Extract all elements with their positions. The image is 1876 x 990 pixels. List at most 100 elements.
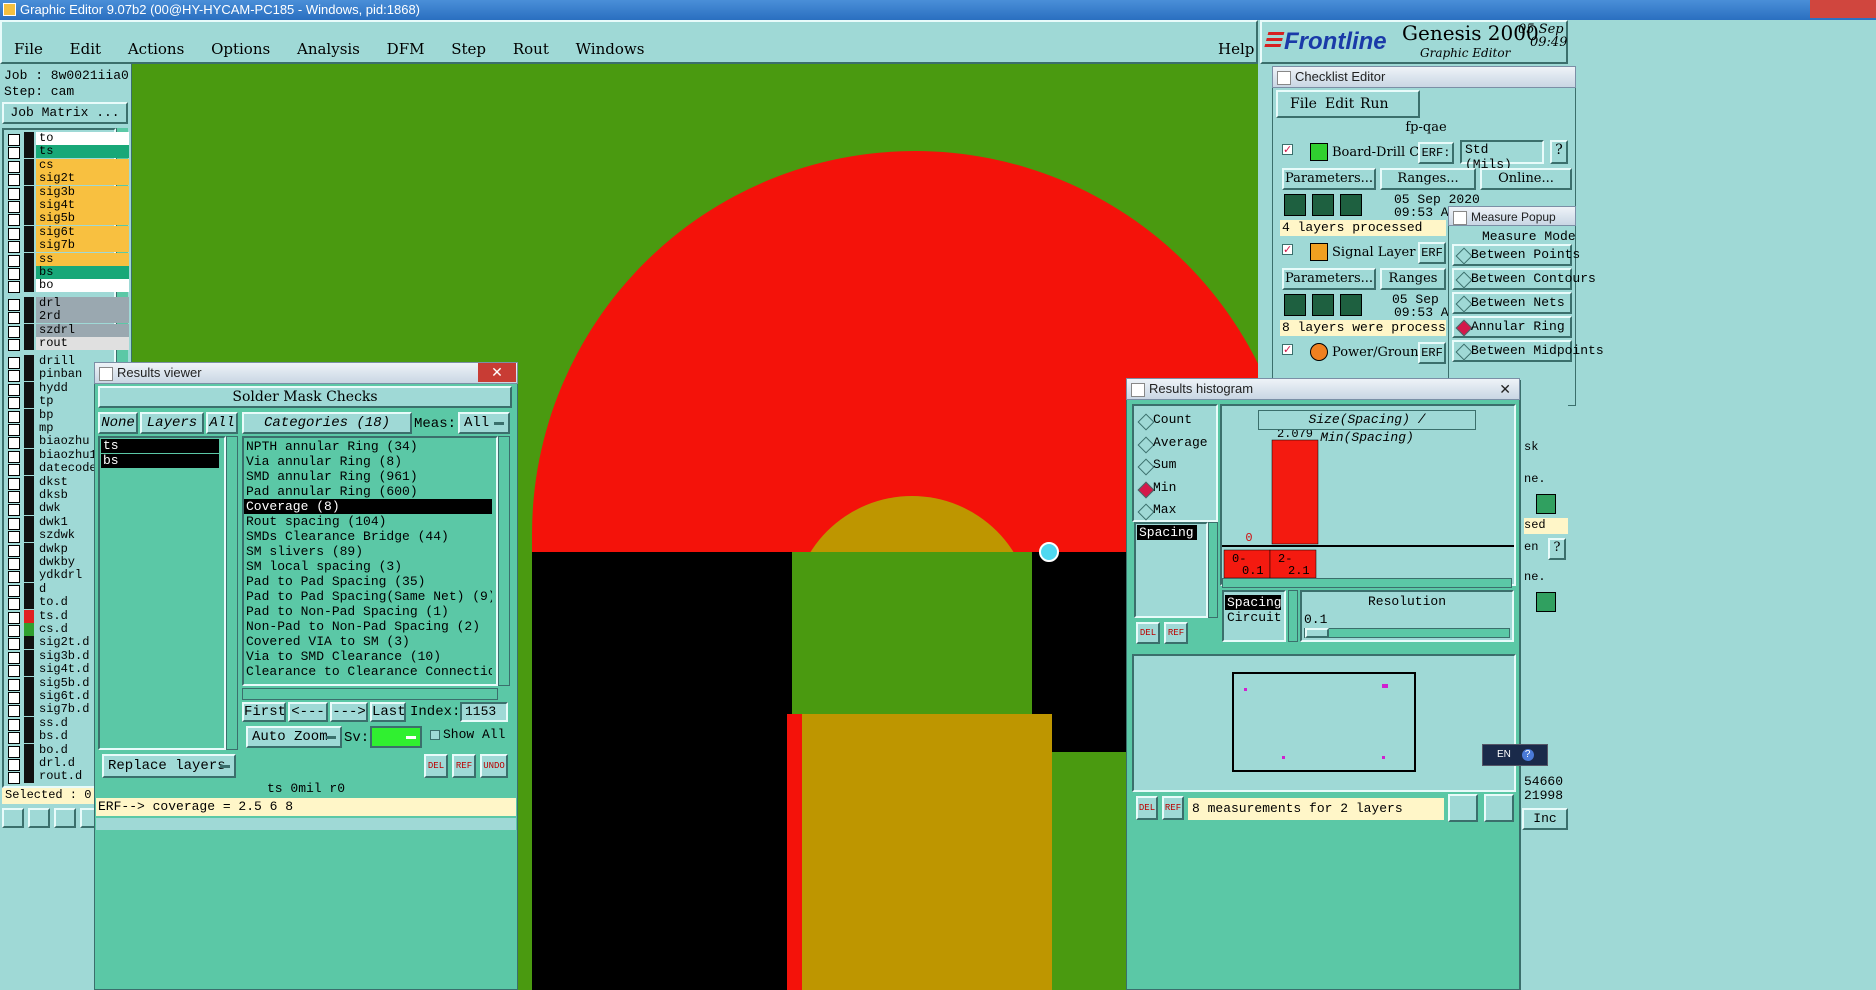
layer-row[interactable]: sig2t <box>4 172 129 187</box>
layer-checkbox[interactable] <box>8 464 20 477</box>
layer-row[interactable]: sig5b <box>4 212 129 227</box>
layer-checkbox[interactable] <box>8 665 20 678</box>
layer-checkbox[interactable] <box>8 160 20 173</box>
kind-item-circuit[interactable]: Circuit <box>1225 610 1282 625</box>
check-2-params[interactable]: Parameters... <box>1282 268 1376 290</box>
category-item[interactable]: Via annular Ring (8) <box>244 454 492 469</box>
histogram-hscrollbar[interactable] <box>1222 578 1512 588</box>
layers-button[interactable]: Layers <box>140 412 204 434</box>
menu-dfm[interactable]: DFM <box>387 40 425 58</box>
menu-options[interactable]: Options <box>211 40 270 58</box>
layer-checkbox[interactable] <box>8 424 20 436</box>
kind-item-spacing[interactable]: Spacing <box>1225 595 1282 610</box>
check-1-run-icon[interactable] <box>1284 194 1306 216</box>
category-item[interactable]: SM local spacing (3) <box>244 559 492 574</box>
check-1-ranges[interactable]: Ranges... <box>1380 168 1476 190</box>
last-button[interactable]: Last <box>370 702 406 722</box>
layer-checkbox[interactable] <box>8 517 20 530</box>
help-icon[interactable]: ? <box>1550 140 1568 164</box>
categories-button[interactable]: Categories (18) <box>242 412 412 434</box>
stat-option-min[interactable]: Min <box>1153 480 1176 495</box>
histogram-list-item[interactable]: Spacing <box>1137 525 1197 540</box>
check-1-run-icon[interactable] <box>1312 194 1334 216</box>
inc-button[interactable]: Inc <box>1522 808 1568 830</box>
category-item[interactable]: SMD annular Ring (961) <box>244 469 492 484</box>
check-2-erf[interactable]: ERF <box>1418 242 1446 264</box>
layer-checkbox[interactable] <box>8 772 20 785</box>
menu-file[interactable]: File <box>14 40 43 58</box>
stat-option-max[interactable]: Max <box>1153 502 1176 517</box>
menu-windows[interactable]: Windows <box>576 40 645 58</box>
layer-checkbox[interactable] <box>8 174 20 187</box>
hist-del-button[interactable]: DEL <box>1136 622 1160 644</box>
check-2-name[interactable]: Signal Layer Ch <box>1332 245 1420 260</box>
stat-option-sum[interactable]: Sum <box>1153 457 1176 472</box>
resolution-slider[interactable] <box>1304 628 1510 638</box>
check-1-erf[interactable]: ERF: <box>1418 142 1454 164</box>
checklist-menu-edit[interactable]: Edit <box>1325 96 1354 112</box>
layer-row[interactable]: sig6t <box>4 225 129 240</box>
layer-checkbox[interactable] <box>8 651 20 664</box>
layer-checkbox[interactable] <box>8 638 20 651</box>
auto-zoom-select[interactable]: Auto Zoom <box>246 726 342 748</box>
layer-checkbox[interactable] <box>8 437 20 450</box>
category-item[interactable]: Via to SMD Clearance (10) <box>244 649 492 664</box>
help-icon[interactable]: ? <box>1548 538 1566 560</box>
layer-checkbox[interactable] <box>8 598 20 611</box>
close-icon[interactable]: ✕ <box>478 363 516 382</box>
replace-layers-select[interactable]: Replace layers <box>102 754 236 778</box>
layer-checkbox[interactable] <box>8 584 20 597</box>
layer-checkbox[interactable] <box>8 187 20 200</box>
menu-rout[interactable]: Rout <box>513 40 549 58</box>
layer-row[interactable]: sig3b <box>4 185 129 200</box>
slider-thumb[interactable] <box>1305 628 1329 638</box>
category-item[interactable]: Pad annular Ring (600) <box>244 484 492 499</box>
measure-marker-icon[interactable] <box>1039 542 1059 562</box>
meas-select[interactable]: All <box>458 412 510 434</box>
category-item[interactable]: Covered VIA to SM (3) <box>244 634 492 649</box>
menu-help[interactable]: Help <box>1218 40 1254 58</box>
ref-button[interactable]: REF <box>452 754 476 778</box>
tool-grid-icon[interactable] <box>54 808 76 828</box>
category-hscrollbar[interactable] <box>242 688 498 700</box>
layer-checkbox[interactable] <box>8 558 20 570</box>
category-item[interactable]: Clearance to Clearance Connection <box>244 664 492 679</box>
layer-checkbox[interactable] <box>8 692 20 704</box>
check-1-params[interactable]: Parameters... <box>1282 168 1376 190</box>
layer-checkbox[interactable] <box>8 477 20 490</box>
stat-option-average[interactable]: Average <box>1153 435 1208 450</box>
category-item[interactable]: Pad to Pad Spacing (35) <box>244 574 492 589</box>
layer-checkbox[interactable] <box>8 383 20 396</box>
kind-scrollbar[interactable] <box>1288 590 1298 642</box>
job-matrix-button[interactable]: Job Matrix ... <box>2 102 128 124</box>
rv-layer-item[interactable]: bs <box>101 454 219 468</box>
layer-checkbox[interactable] <box>8 450 20 463</box>
check-1-std[interactable]: Std (Mils) <box>1460 140 1544 172</box>
layer-checkbox[interactable] <box>8 397 20 410</box>
check-2-run-icon[interactable] <box>1284 294 1306 316</box>
category-item[interactable]: SM slivers (89) <box>244 544 492 559</box>
zoom-icon[interactable] <box>1536 592 1556 612</box>
results-viewer-titlebar[interactable]: Results viewer <box>94 362 518 384</box>
histogram-list-scrollbar[interactable] <box>1208 522 1218 618</box>
layer-row[interactable]: bo <box>4 279 129 294</box>
layer-row[interactable]: szdrl <box>4 323 129 338</box>
layer-checkbox[interactable] <box>8 254 20 267</box>
check-1-checkbox[interactable]: ✓ <box>1282 144 1293 155</box>
check-1-run-icon[interactable] <box>1340 194 1362 216</box>
layer-checkbox[interactable] <box>8 759 20 771</box>
layer-checkbox[interactable] <box>8 241 20 254</box>
layer-checkbox[interactable] <box>8 339 20 352</box>
layer-checkbox[interactable] <box>8 531 20 544</box>
check-1-name[interactable]: Board-Drill Che <box>1332 145 1420 160</box>
menu-actions[interactable]: Actions <box>128 40 184 58</box>
layer-checkbox[interactable] <box>8 625 20 637</box>
help-icon[interactable]: ? <box>1521 749 1534 761</box>
layer-checkbox[interactable] <box>8 312 20 325</box>
histogram-titlebar[interactable]: Results histogram ✕ <box>1126 378 1520 400</box>
histogram-bar[interactable] <box>1271 439 1319 545</box>
category-item[interactable]: Coverage (8) <box>244 499 492 514</box>
layer-row[interactable]: bs <box>4 266 129 280</box>
sv-color-select[interactable] <box>370 726 422 748</box>
layer-checkbox[interactable] <box>8 705 20 718</box>
